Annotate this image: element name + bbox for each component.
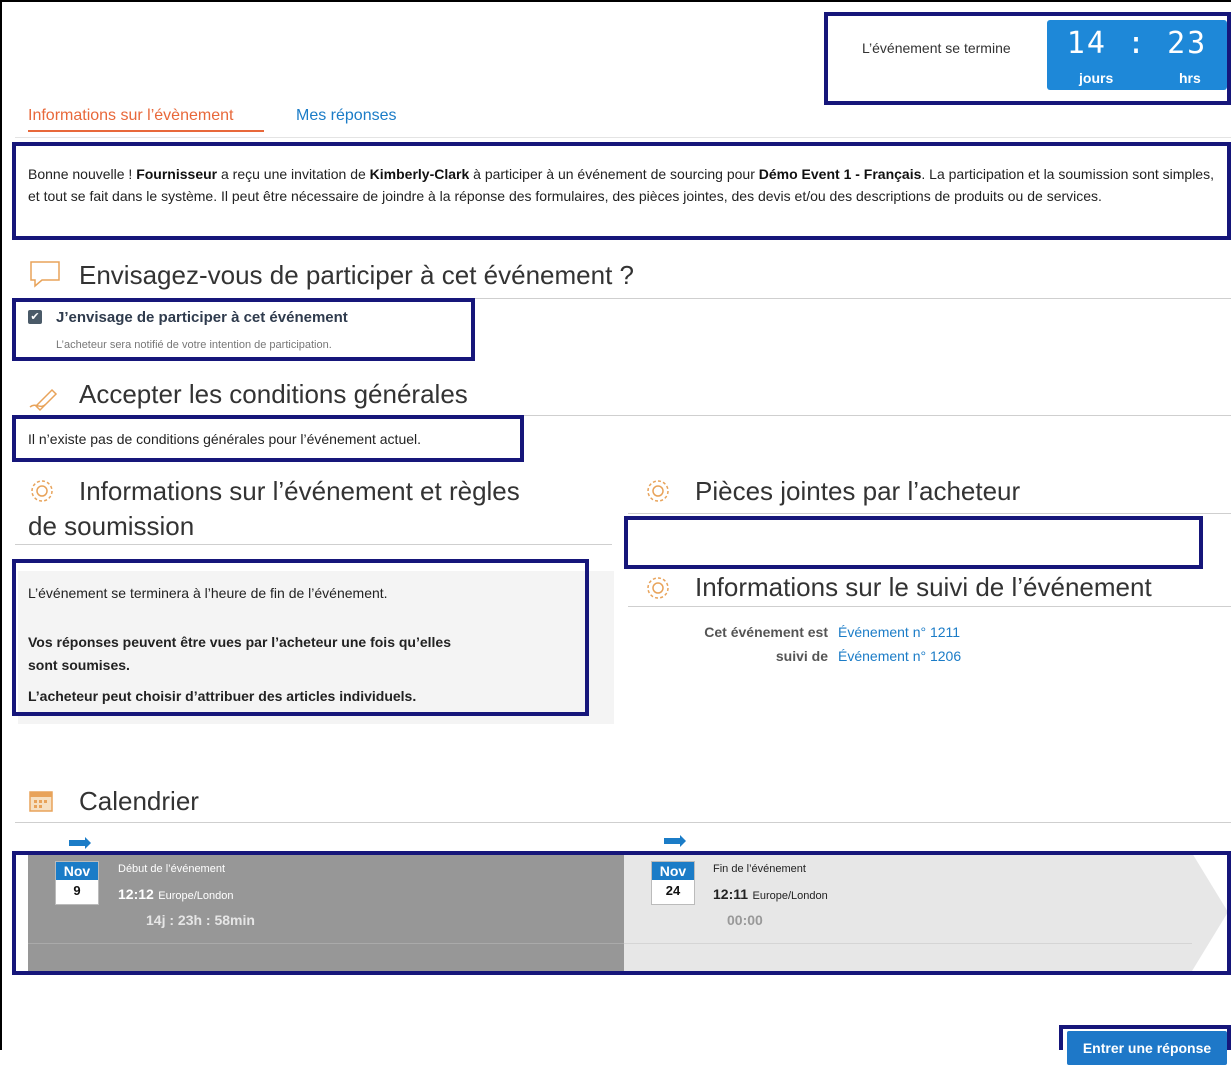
left-frame-border [0, 0, 2, 1050]
terms-title: Accepter les conditions générales [79, 379, 468, 409]
countdown-highlight [824, 12, 1231, 105]
follow-label-2: suivi de [775, 648, 828, 664]
participation-highlight [12, 298, 475, 361]
follow-title: Informations sur le suivi de l’événement [695, 572, 1152, 602]
gear-icon-follow [644, 574, 672, 609]
gear-icon [28, 477, 56, 512]
intro-highlight [12, 142, 1231, 240]
rules-rule [15, 544, 612, 545]
follow-rule [628, 606, 1231, 607]
rules-title-line-1: Informations sur l’événement et règles [79, 476, 520, 506]
attachments-title: Pièces jointes par l’acheteur [695, 476, 1021, 506]
terms-highlight [12, 415, 524, 462]
gear-icon-attachments [644, 477, 672, 512]
follow-link-1206[interactable]: Événement n° 1206 [838, 648, 961, 664]
end-marker-icon [664, 835, 686, 847]
participation-title: Envisagez-vous de participer à cet événe… [79, 260, 634, 290]
calendar-icon [28, 787, 54, 820]
follow-link-1211[interactable]: Événement n° 1211 [838, 624, 960, 640]
rules-highlight [12, 559, 589, 716]
rules-title-line-2: de soumission [28, 511, 195, 541]
calendar-rule [15, 822, 1231, 823]
attachments-highlight [624, 516, 1203, 569]
calendar-highlight [12, 851, 1231, 975]
tab-active-underline [28, 130, 264, 132]
tab-my-responses[interactable]: Mes réponses [296, 107, 397, 125]
follow-label-1: Cet événement est [704, 624, 828, 640]
attachments-rule [628, 513, 1231, 514]
calendar-title: Calendrier [79, 786, 199, 816]
enter-response-highlight [1059, 1025, 1231, 1050]
tab-event-info[interactable]: Informations sur l’évènement [28, 107, 233, 125]
pen-sign-icon [26, 382, 60, 419]
tab-divider [15, 137, 1231, 138]
top-frame-border [0, 0, 1231, 2]
start-marker-icon [69, 837, 91, 849]
speech-bubble-icon [28, 259, 62, 296]
